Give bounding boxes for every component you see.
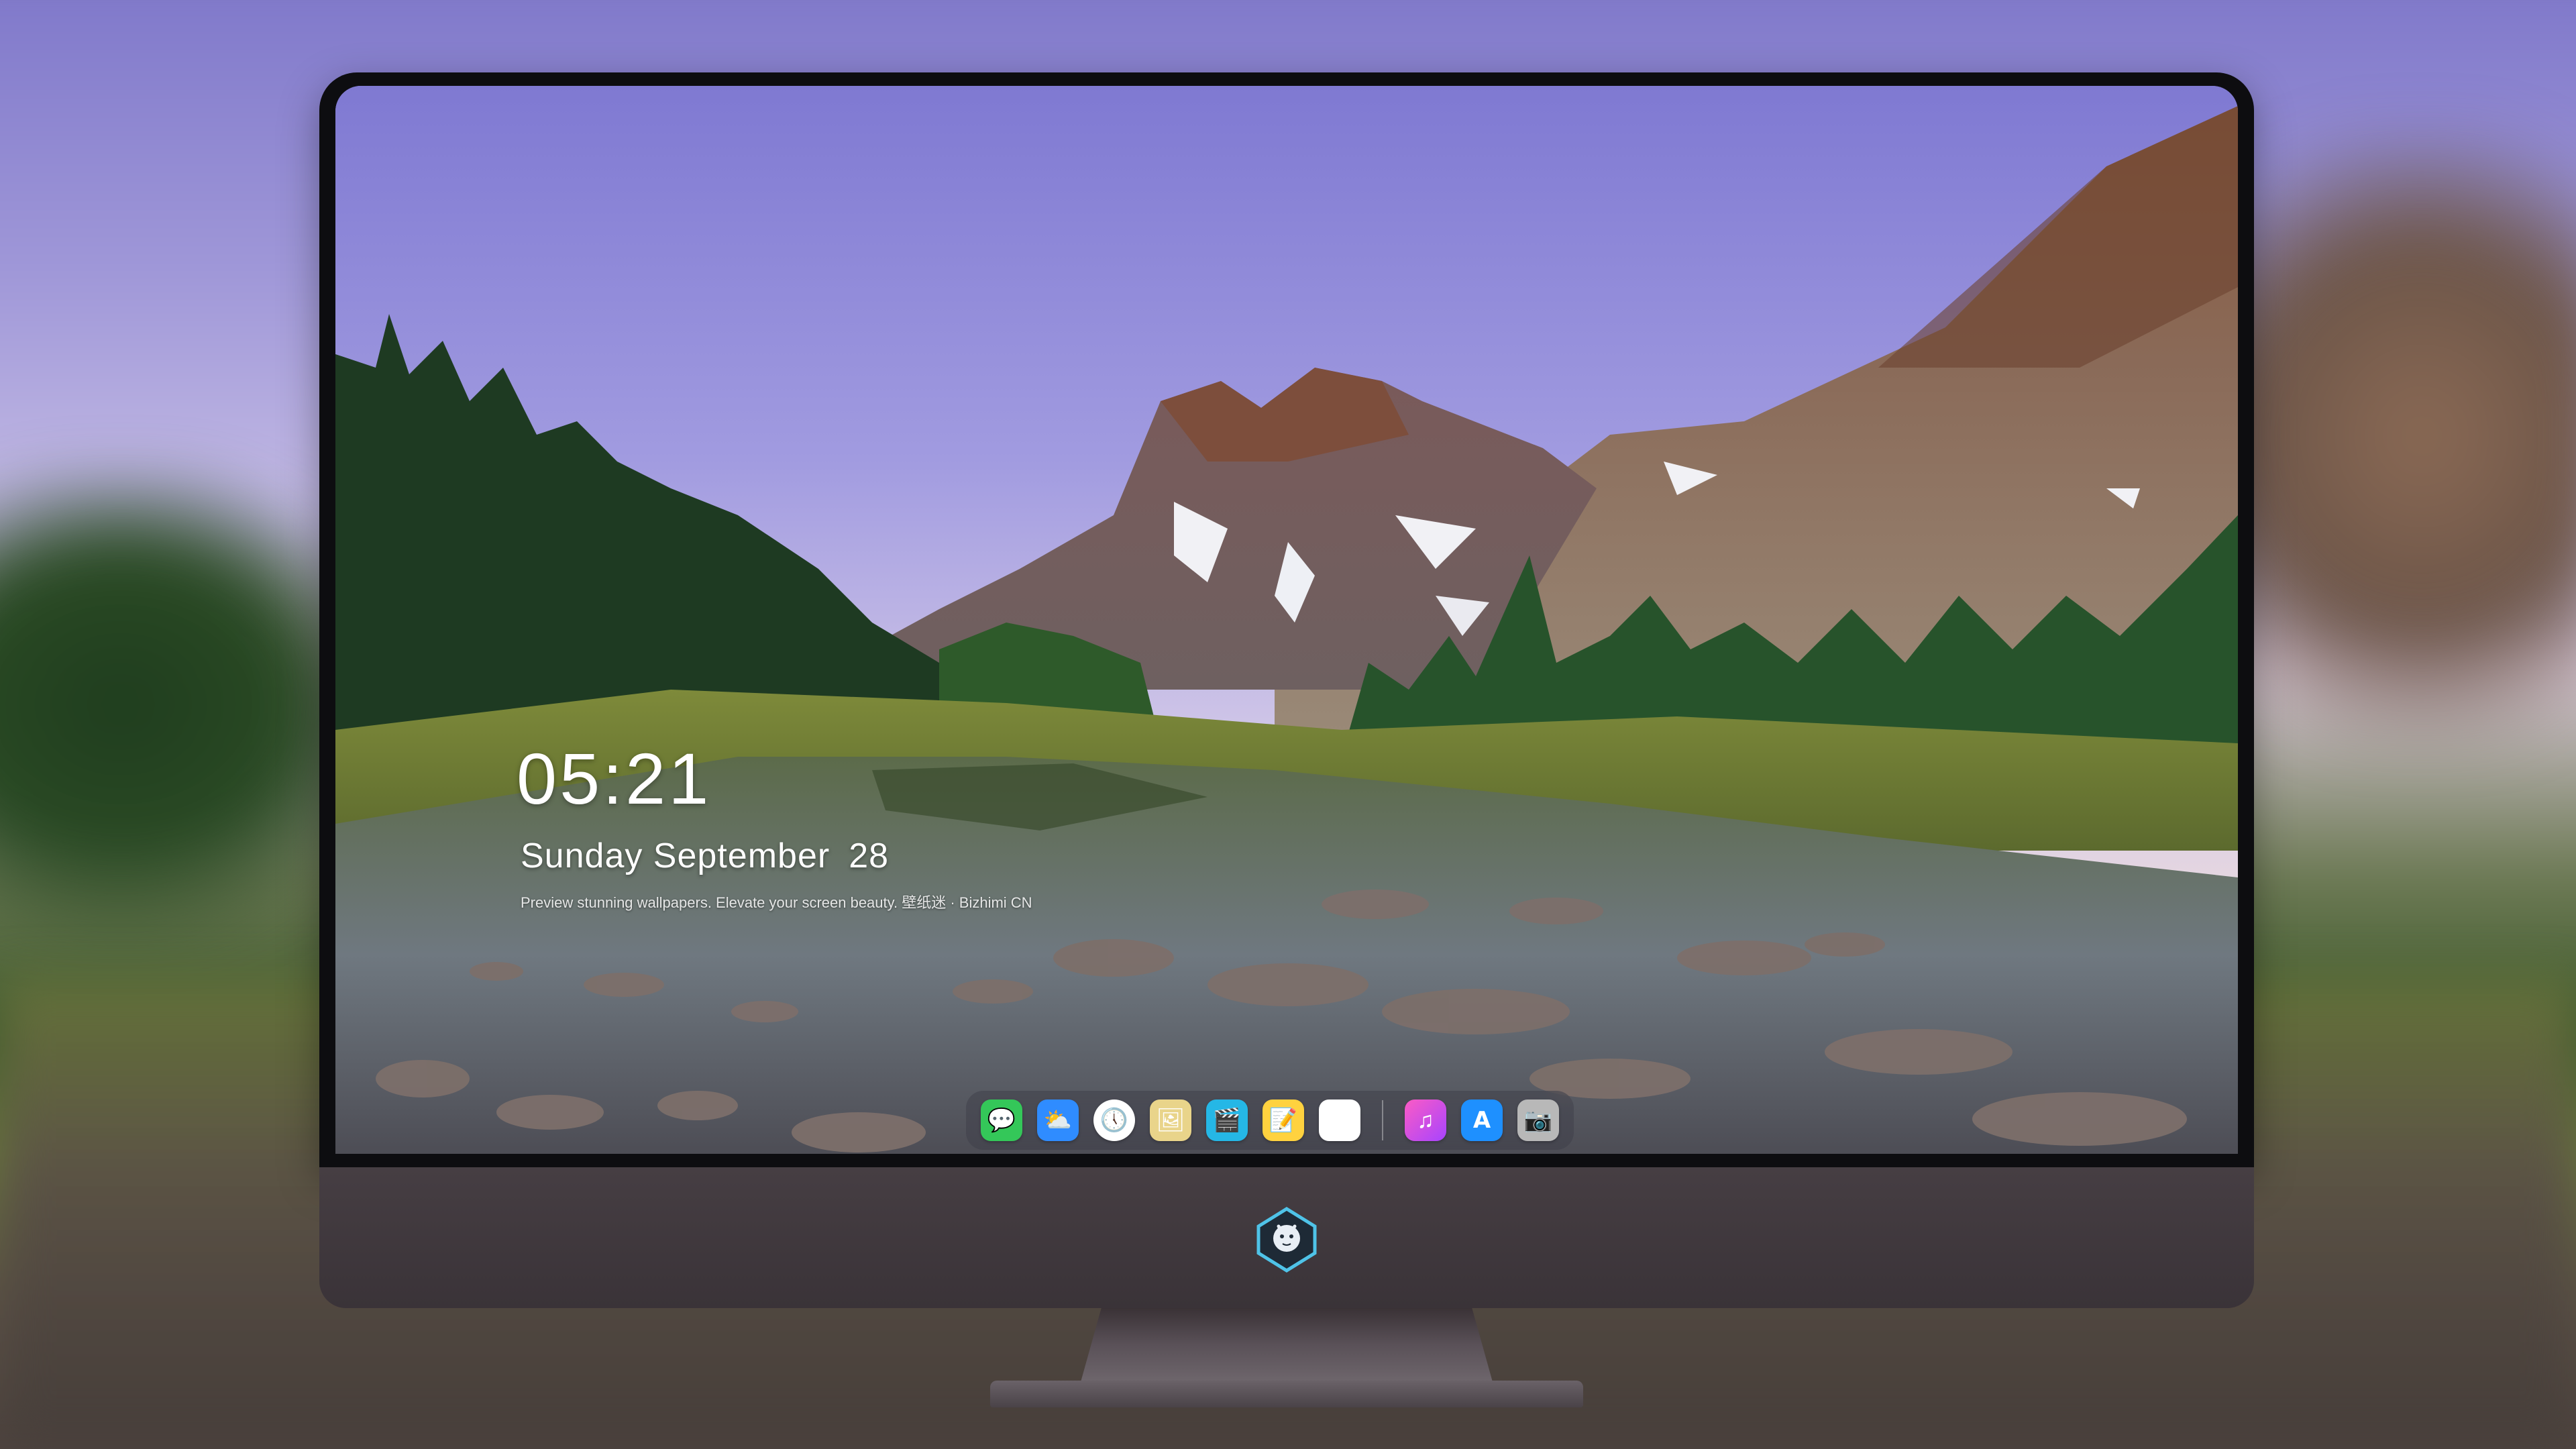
preview-icon[interactable]: 🖼 <box>1150 1099 1191 1141</box>
brand-logo-icon <box>1256 1207 1317 1273</box>
monitor-stand-base <box>990 1381 1583 1407</box>
monitor-stand <box>1081 1308 1493 1382</box>
wallpaper-image <box>335 86 2238 1154</box>
lockscreen-clock: 05:21 <box>517 738 712 819</box>
lockscreen-date: Sunday September 28 <box>521 836 889 876</box>
lockscreen-day: 28 <box>849 837 890 875</box>
screen: 05:21 Sunday September 28 Preview stunnin… <box>335 86 2238 1154</box>
photos-icon[interactable]: 🏞 <box>1319 1099 1360 1141</box>
monitor: 05:21 Sunday September 28 Preview stunnin… <box>319 72 2254 1407</box>
clock-icon[interactable]: 🕔 <box>1093 1099 1135 1141</box>
video-icon[interactable]: 🎬 <box>1206 1099 1248 1141</box>
monitor-bezel: 05:21 Sunday September 28 Preview stunnin… <box>319 72 2254 1167</box>
music-icon[interactable]: ♫ <box>1405 1099 1446 1141</box>
messages-icon[interactable]: 💬 <box>981 1099 1022 1141</box>
wallpaper-caption: Preview stunning wallpapers. Elevate you… <box>521 894 1032 911</box>
monitor-chin <box>319 1167 2254 1308</box>
lockscreen-weekday-month: Sunday September <box>521 837 830 875</box>
dock: 💬 ⛅ 🕔 🖼 🎬 📝 🏞 ♫ A 📷 <box>966 1091 1574 1150</box>
app-store-icon[interactable]: A <box>1461 1099 1503 1141</box>
camera-icon[interactable]: 📷 <box>1517 1099 1559 1141</box>
weather-icon[interactable]: ⛅ <box>1037 1099 1079 1141</box>
dock-separator <box>1382 1100 1383 1140</box>
notes-icon[interactable]: 📝 <box>1263 1099 1304 1141</box>
